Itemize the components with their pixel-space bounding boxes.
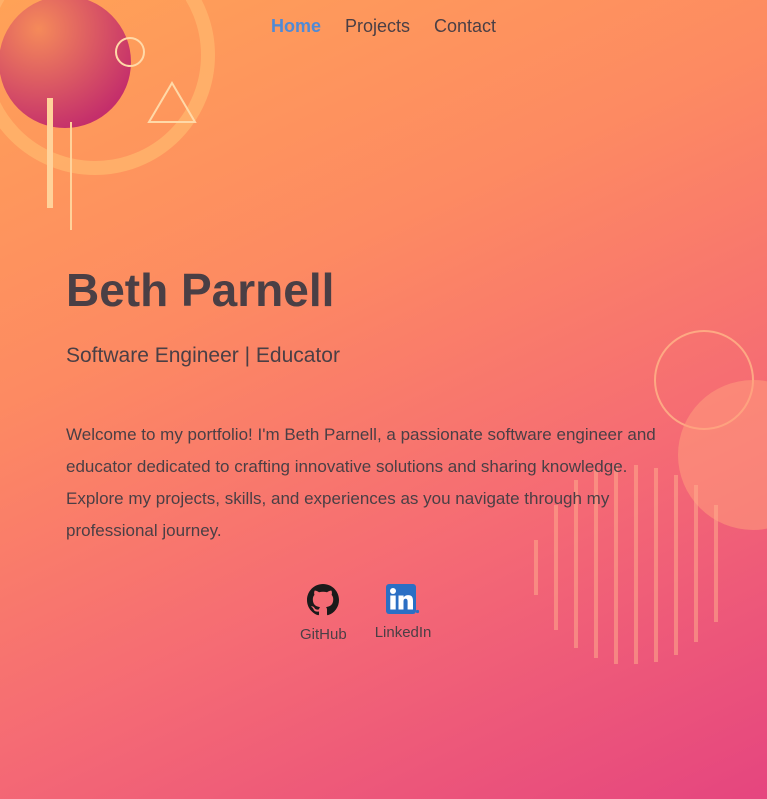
intro-paragraph: Welcome to my portfolio! I'm Beth Parnel…	[66, 425, 656, 540]
tagline: Software Engineer | Educator	[66, 344, 340, 367]
github-label: GitHub	[300, 626, 347, 643]
page-title: Beth Parnell	[66, 264, 335, 316]
github-link[interactable]: GitHub	[300, 584, 347, 643]
hero-section: Beth Parnell Software Engineer | Educato…	[66, 262, 686, 547]
linkedin-label: LinkedIn	[374, 624, 432, 641]
nav-link-home[interactable]: Home	[271, 14, 321, 38]
social-links: GitHub LinkedIn	[300, 584, 431, 643]
nav-link-contact[interactable]: Contact	[434, 14, 496, 38]
top-navigation: Home Projects Contact	[0, 14, 767, 38]
github-icon	[307, 584, 340, 620]
linkedin-icon	[386, 584, 420, 618]
deco-right-disc	[678, 380, 767, 530]
nav-link-projects[interactable]: Projects	[345, 14, 410, 38]
linkedin-link[interactable]: LinkedIn	[374, 584, 432, 643]
deco-line	[70, 122, 72, 230]
deco-bar	[47, 98, 53, 208]
